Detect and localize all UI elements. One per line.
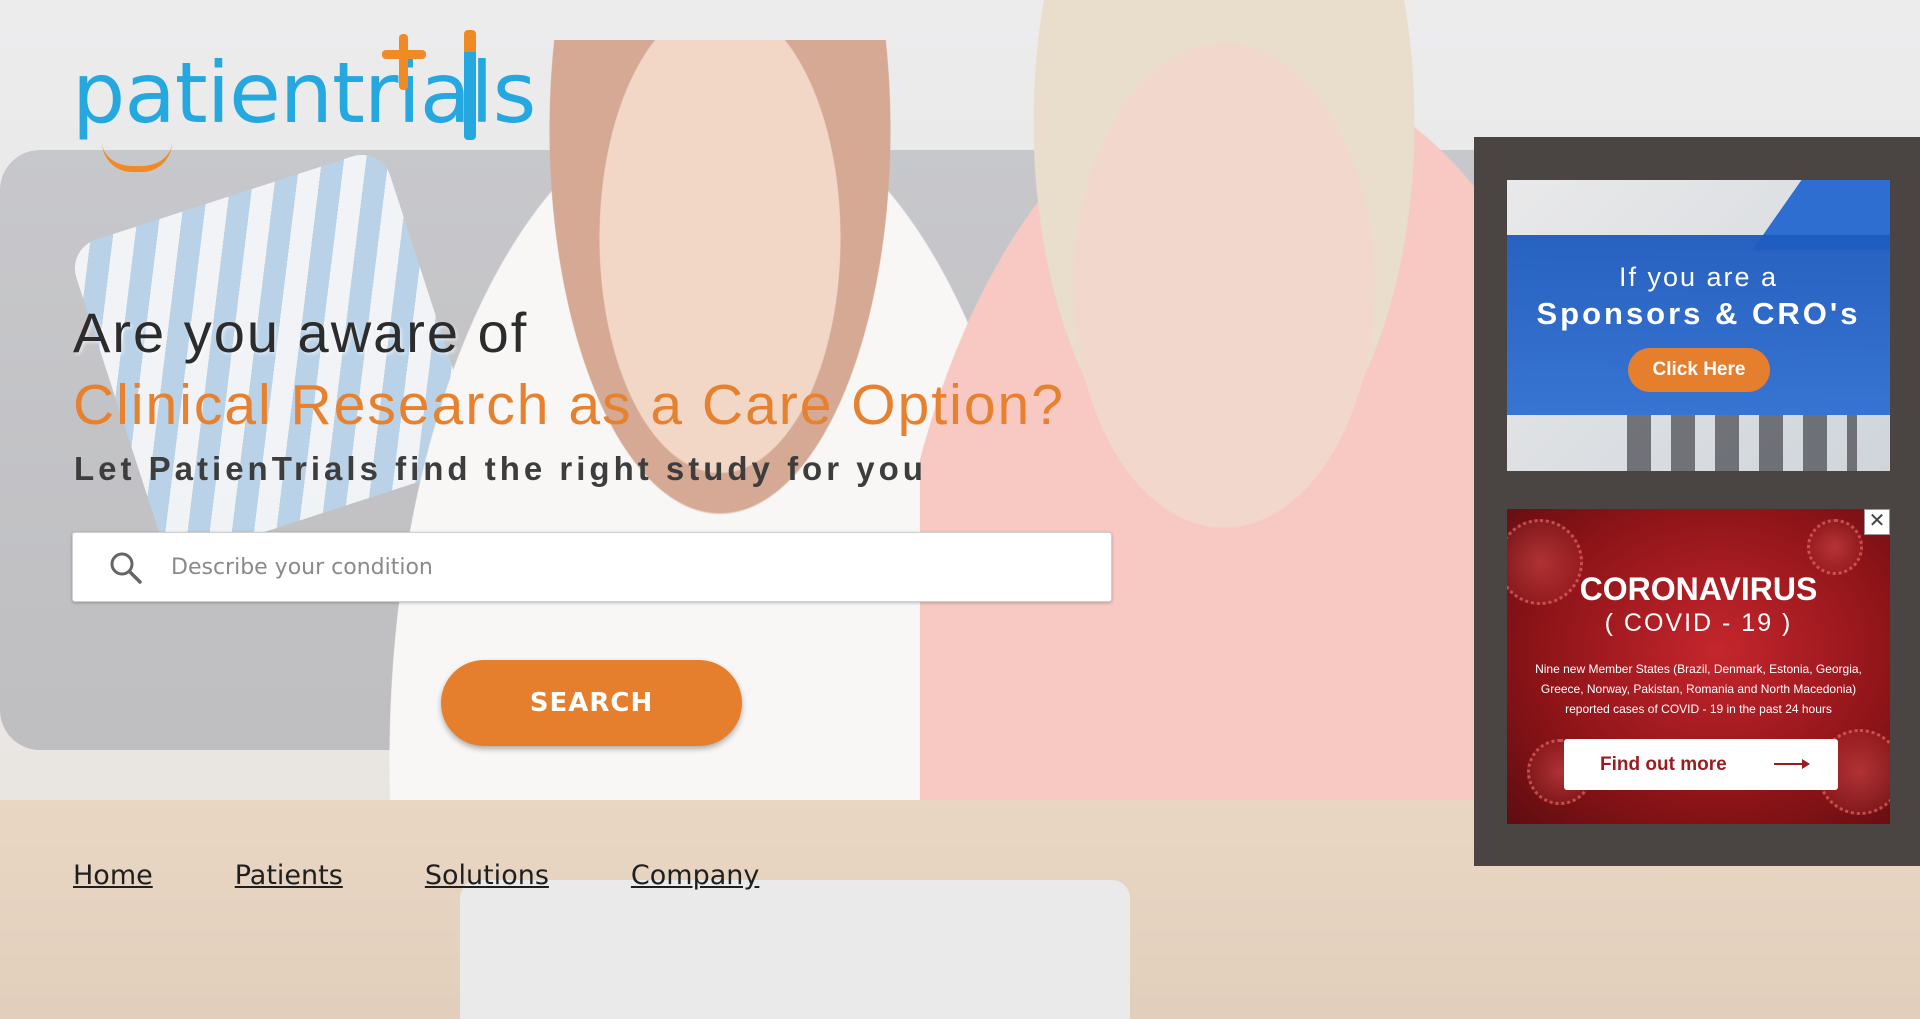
sponsors-ad-line2: Sponsors & CRO's bbox=[1536, 296, 1861, 331]
hero-subline: Let PatienTrials find the right study fo… bbox=[74, 450, 927, 487]
covid-ad-subtitle: ( COVID - 19 ) bbox=[1604, 609, 1793, 637]
find-out-more-label: Find out more bbox=[1600, 753, 1727, 775]
nav-item-solutions[interactable]: Solutions bbox=[425, 860, 549, 891]
nav-item-home[interactable]: Home bbox=[73, 860, 153, 891]
search-icon[interactable] bbox=[109, 551, 143, 585]
ad-sidebar: If you are a Sponsors & CRO's Click Here… bbox=[1474, 137, 1920, 866]
find-out-more-button[interactable]: Find out more bbox=[1564, 739, 1838, 790]
sponsors-ad-photo bbox=[1627, 415, 1857, 471]
search-box bbox=[72, 532, 1112, 602]
site-logo[interactable]: patientrials bbox=[72, 30, 536, 172]
logo-syringe-icon bbox=[464, 30, 476, 140]
covid-ad-banner[interactable]: ✕ CORONAVIRUS ( COVID - 19 ) Nine new Me… bbox=[1507, 509, 1890, 824]
arrow-right-icon bbox=[1774, 759, 1810, 769]
sponsors-click-here-button[interactable]: Click Here bbox=[1628, 348, 1770, 392]
nav-item-patients[interactable]: Patients bbox=[235, 860, 343, 891]
search-input[interactable] bbox=[169, 533, 1073, 601]
logo-cross-icon-bar bbox=[382, 50, 426, 59]
main-nav: Home Patients Solutions Company bbox=[73, 860, 841, 891]
nav-item-company[interactable]: Company bbox=[631, 860, 759, 891]
close-icon[interactable]: ✕ bbox=[1864, 509, 1890, 535]
logo-cross-icon bbox=[399, 34, 408, 90]
covid-ad-title: CORONAVIRUS bbox=[1579, 571, 1818, 607]
hero-headline-line1: Are you aware of bbox=[73, 301, 529, 364]
hero-headline-line2: Clinical Research as a Care Option? bbox=[73, 373, 1065, 437]
search-button[interactable]: SEARCH bbox=[441, 660, 742, 746]
sponsors-ad-banner[interactable]: If you are a Sponsors & CRO's Click Here bbox=[1507, 180, 1890, 471]
covid-ad-text: Nine new Member States (Brazil, Denmark,… bbox=[1535, 662, 1862, 716]
virus-icon bbox=[1807, 519, 1863, 575]
sponsors-ad-line1: If you are a bbox=[1618, 262, 1779, 292]
